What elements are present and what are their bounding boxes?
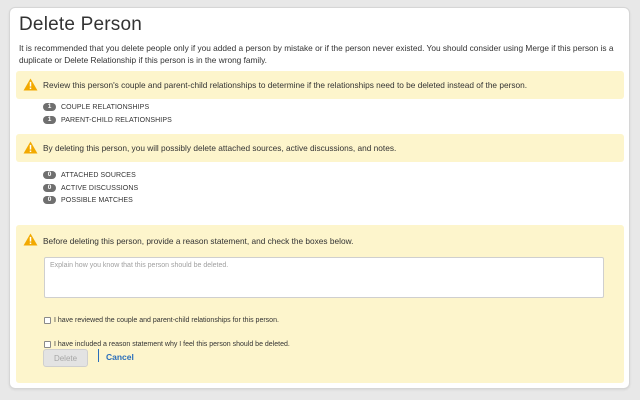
button-separator (98, 349, 99, 362)
warning-icon (23, 233, 38, 246)
cancel-link[interactable]: Cancel (106, 352, 134, 362)
reason-included-checkbox[interactable] (44, 341, 51, 348)
count-badge: 0 (43, 196, 56, 204)
count-item-possible-matches: 0 POSSIBLE MATCHES (43, 195, 133, 205)
count-badge: 0 (43, 171, 56, 179)
check-row-reason: I have included a reason statement why I… (44, 341, 290, 348)
count-item-active-discussions: 0 ACTIVE DISCUSSIONS (43, 183, 138, 193)
attachments-warning-banner: By deleting this person, you will possib… (16, 134, 624, 162)
count-label: ATTACHED SOURCES (61, 171, 136, 179)
count-badge: 1 (43, 103, 56, 111)
count-label: ACTIVE DISCUSSIONS (61, 184, 139, 192)
warning-icon (23, 78, 38, 91)
intro-text: It is recommended that you delete people… (19, 43, 614, 65)
count-item-couple-relationships: 1 COUPLE RELATIONSHIPS (43, 102, 149, 112)
check-row-relationships: I have reviewed the couple and parent-ch… (44, 317, 279, 324)
warning-icon (23, 141, 38, 154)
count-label: PARENT-CHILD RELATIONSHIPS (61, 116, 172, 124)
delete-person-dialog: Delete Person It is recommended that you… (9, 7, 630, 389)
attachments-warning-text: By deleting this person, you will possib… (43, 143, 397, 153)
page-title: Delete Person (19, 14, 143, 35)
count-label: POSSIBLE MATCHES (61, 196, 133, 204)
count-label: COUPLE RELATIONSHIPS (61, 103, 150, 111)
reason-section-text: Before deleting this person, provide a r… (43, 236, 354, 246)
count-badge: 0 (43, 184, 56, 192)
reason-input[interactable] (44, 257, 604, 298)
relationships-reviewed-label[interactable]: I have reviewed the couple and parent-ch… (54, 317, 279, 324)
reason-section: Before deleting this person, provide a r… (16, 225, 624, 383)
relationships-reviewed-checkbox[interactable] (44, 317, 51, 324)
relationships-warning-banner: Review this person's couple and parent-c… (16, 71, 624, 99)
reason-included-label[interactable]: I have included a reason statement why I… (54, 341, 290, 348)
count-item-attached-sources: 0 ATTACHED SOURCES (43, 170, 136, 180)
count-badge: 1 (43, 116, 56, 124)
count-item-parent-child-relationships: 1 PARENT-CHILD RELATIONSHIPS (43, 115, 172, 125)
delete-button[interactable]: Delete (43, 349, 88, 367)
relationships-warning-text: Review this person's couple and parent-c… (43, 80, 528, 90)
